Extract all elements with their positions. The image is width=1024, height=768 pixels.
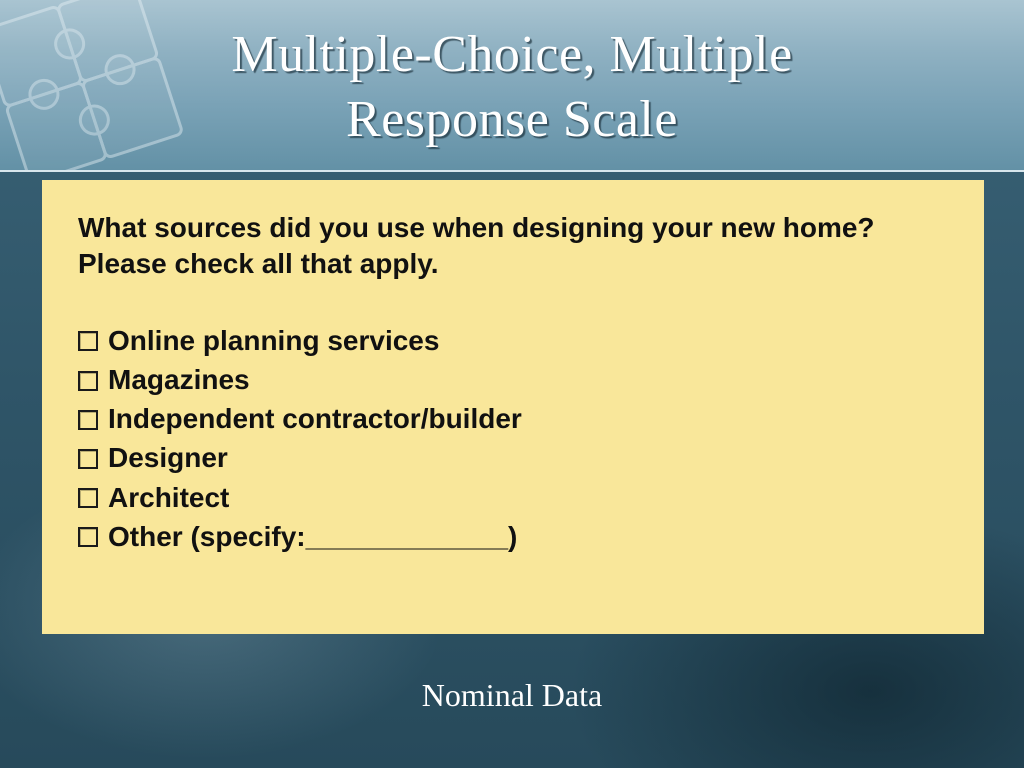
option-label: Online planning services [108,321,439,360]
content-panel: What sources did you use when designing … [42,180,984,634]
option-label: Architect [108,478,229,517]
option-label: Designer [108,438,228,477]
checkbox-icon [78,527,98,547]
list-item: Online planning services [78,321,948,360]
checkbox-icon [78,488,98,508]
checkbox-icon [78,410,98,430]
footer-label: Nominal Data [0,677,1024,714]
list-item: Architect [78,478,948,517]
list-item: Magazines [78,360,948,399]
question-text: What sources did you use when designing … [78,210,948,283]
checkbox-icon [78,331,98,351]
title-line-1: Multiple-Choice, Multiple [231,26,792,83]
title-line-2: Response Scale [346,91,678,148]
options-list: Online planning services Magazines Indep… [78,321,948,556]
slide-title: Multiple-Choice, Multiple Response Scale [0,22,1024,152]
list-item: Designer [78,438,948,477]
list-item: Other (specify:_____________) [78,517,948,556]
option-label: Magazines [108,360,250,399]
option-label: Other (specify:_____________) [108,517,517,556]
checkbox-icon [78,371,98,391]
list-item: Independent contractor/builder [78,399,948,438]
checkbox-icon [78,449,98,469]
header-bar: Multiple-Choice, Multiple Response Scale [0,0,1024,172]
option-label: Independent contractor/builder [108,399,522,438]
